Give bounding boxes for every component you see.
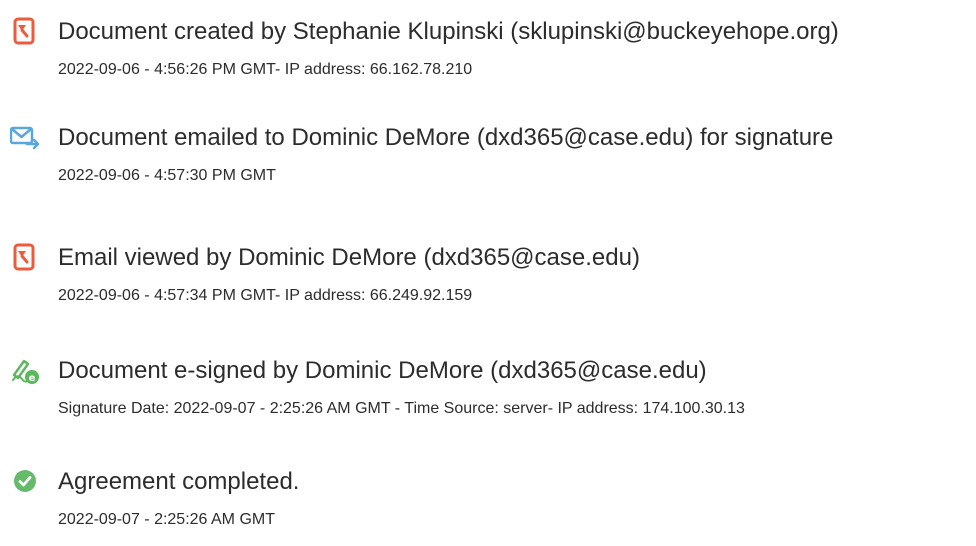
- event-email-viewed: Email viewed by Dominic DeMore (dxd365@c…: [0, 242, 976, 322]
- event-title: Email viewed by Dominic DeMore (dxd365@c…: [58, 244, 640, 271]
- event-detail: 2022-09-06 - 4:57:30 PM GMT: [58, 167, 276, 184]
- event-title: Document e-signed by Dominic DeMore (dxd…: [58, 357, 707, 384]
- event-detail: 2022-09-07 - 2:25:26 AM GMT: [58, 511, 275, 528]
- event-detail: Signature Date: 2022-09-07 - 2:25:26 AM …: [58, 400, 745, 417]
- event-document-signed: e Document e-signed by Dominic DeMore (d…: [0, 355, 976, 435]
- event-detail: 2022-09-06 - 4:57:34 PM GMT- IP address:…: [58, 287, 473, 304]
- document-created-icon: [10, 16, 40, 46]
- event-document-created: Document created by Stephanie Klupinski …: [0, 16, 976, 96]
- event-title: Document emailed to Dominic DeMore (dxd3…: [58, 124, 834, 151]
- checkmark-circle-icon: [10, 466, 40, 496]
- email-sent-icon: [10, 122, 40, 152]
- event-title: Document created by Stephanie Klupinski …: [58, 18, 839, 45]
- event-detail: 2022-09-06 - 4:56:26 PM GMT- IP address:…: [58, 61, 473, 78]
- event-agreement-completed: Agreement completed. 2022-09-07 - 2:25:2…: [0, 466, 976, 546]
- e-sign-icon: e: [10, 355, 40, 385]
- svg-text:e: e: [29, 373, 36, 384]
- event-document-emailed: Document emailed to Dominic DeMore (dxd3…: [0, 122, 976, 202]
- event-title: Agreement completed.: [58, 468, 300, 495]
- document-viewed-icon: [10, 242, 40, 272]
